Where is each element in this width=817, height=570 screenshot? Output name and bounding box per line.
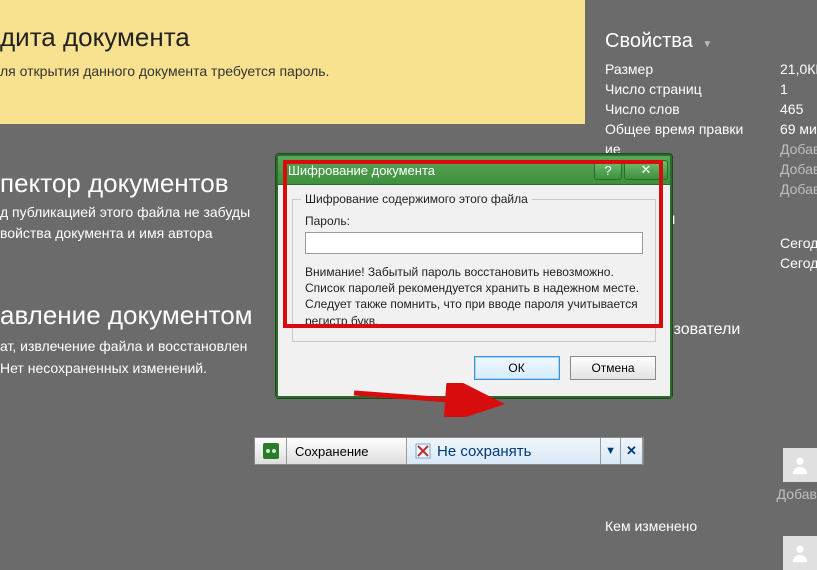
prop-row: Размер21,0КБ [605, 61, 817, 77]
protection-title: дита документа [0, 22, 585, 53]
group-legend: Шифрование содержимого этого файла [301, 192, 532, 206]
chevron-down-icon: ▼ [702, 39, 712, 50]
prop-row: Число страниц1 [605, 81, 817, 97]
dont-save-button[interactable]: Не сохранять [407, 438, 601, 464]
avatar[interactable] [783, 536, 817, 570]
cancel-button[interactable]: Отмена [570, 356, 656, 380]
inspector-heading: пектор документов [0, 168, 229, 199]
dropdown-button[interactable]: ▼ [601, 438, 621, 464]
manage-line: ат, извлечение файла и восстановлен [0, 338, 247, 354]
dialog-body: Шифрование содержимого этого файла Парол… [278, 184, 670, 396]
word-icon [263, 443, 279, 459]
dont-save-label: Не сохранять [437, 443, 531, 460]
password-warning: Внимание! Забытый пароль восстановить не… [305, 264, 643, 329]
dialog-titlebar[interactable]: Шифрование документа ? ✕ [278, 156, 670, 184]
add-author-link[interactable]: Добав [777, 486, 817, 502]
person-icon [789, 542, 811, 564]
protection-subtitle: ля открытия данного документа требуется … [0, 63, 585, 79]
person-icon [789, 454, 811, 476]
bar-close-button[interactable]: ✕ [621, 438, 643, 464]
encrypt-dialog: Шифрование документа ? ✕ Шифрование соде… [275, 153, 673, 399]
save-label: Сохранение [295, 444, 369, 459]
encrypt-group: Шифрование содержимого этого файла Парол… [292, 199, 656, 342]
save-button[interactable]: Сохранение [287, 438, 407, 464]
dont-save-icon [415, 443, 431, 459]
prop-row: Число слов465 [605, 101, 817, 117]
inspector-line: войства документа и имя автора [0, 225, 213, 241]
word-save-bar: Сохранение Не сохранять ▼ ✕ [254, 437, 644, 465]
help-button[interactable]: ? [594, 160, 622, 180]
avatar[interactable] [783, 448, 817, 482]
manage-heading: авление документом [0, 300, 253, 331]
close-button[interactable]: ✕ [624, 160, 668, 180]
changed-by-label: Кем изменено [605, 518, 697, 534]
prop-row: Общее время правки69 мин [605, 121, 817, 137]
inspector-line: д публикацией этого файла не забуды [0, 204, 250, 220]
password-label: Пароль: [305, 214, 643, 228]
app-icon[interactable] [255, 438, 287, 464]
dialog-buttons: ОК Отмена [292, 356, 656, 380]
dialog-title: Шифрование документа [288, 163, 435, 178]
properties-header[interactable]: Свойства ▼ [605, 30, 817, 53]
properties-header-label: Свойства [605, 30, 693, 52]
ok-button[interactable]: ОК [474, 356, 560, 380]
protection-banner: дита документа ля открытия данного докум… [0, 0, 585, 124]
password-input[interactable] [305, 232, 643, 254]
manage-line: Нет несохраненных изменений. [0, 360, 207, 376]
